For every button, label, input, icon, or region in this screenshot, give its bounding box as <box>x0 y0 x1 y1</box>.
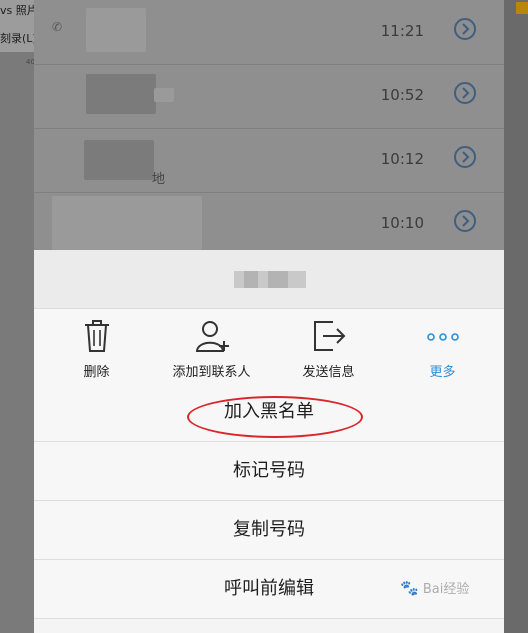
redacted-name <box>86 8 146 52</box>
mark-number-item[interactable]: 标记号码 <box>34 442 504 501</box>
desktop-app-icon <box>516 2 528 14</box>
desktop-background-right <box>504 0 528 633</box>
desktop-background-left <box>0 0 34 633</box>
watermark: 🐾 Bai经验 <box>400 578 469 597</box>
action-bar: 删除 添加到联系人 发送信息 更多 <box>34 309 504 390</box>
redacted-name <box>154 88 174 102</box>
info-icon[interactable] <box>454 82 476 104</box>
info-icon[interactable] <box>454 18 476 40</box>
redacted-name <box>84 140 154 180</box>
redacted-name <box>52 196 202 250</box>
call-row[interactable]: 10:10 <box>34 192 504 256</box>
phone-screen: ✆ 11:21 10:52 10:12 地 10:10 删除 添加到联系人 发送… <box>34 0 504 633</box>
redacted-name <box>86 74 156 114</box>
call-row[interactable]: 10:52 <box>34 64 504 129</box>
call-list: ✆ 11:21 10:52 10:12 地 10:10 <box>34 0 504 250</box>
call-row[interactable]: ✆ 11:21 <box>34 0 504 65</box>
delete-button[interactable]: 删除 <box>38 309 155 389</box>
action-sheet: 删除 添加到联系人 发送信息 更多 加入黑名单 标记号码 复制号码 呼叫前编辑 <box>34 250 504 633</box>
info-icon[interactable] <box>454 146 476 168</box>
phone-icon: ✆ <box>52 20 63 34</box>
more-icon <box>384 319 501 353</box>
info-icon[interactable] <box>454 210 476 232</box>
copy-number-item[interactable]: 复制号码 <box>34 501 504 560</box>
call-row[interactable]: 10:12 <box>34 128 504 193</box>
delete-label: 删除 <box>83 365 110 380</box>
call-time: 10:52 <box>380 86 424 104</box>
sheet-header <box>34 250 504 309</box>
call-time: 11:21 <box>380 22 424 40</box>
call-time: 10:12 <box>380 150 424 168</box>
add-to-contacts-label: 添加到联系人 <box>172 365 251 380</box>
annotation-circle <box>187 396 363 438</box>
watermark-text: Bai经验 <box>422 582 470 597</box>
redacted-phone-number <box>234 271 306 288</box>
desktop-title: vs 照片 <box>0 4 38 17</box>
send-message-button[interactable]: 发送信息 <box>270 309 387 389</box>
call-location: 地 <box>152 172 166 187</box>
send-icon <box>270 319 387 353</box>
more-label: 更多 <box>429 365 456 380</box>
add-contact-icon <box>153 319 270 353</box>
desktop-menu: 刻录(L) <box>0 32 37 45</box>
add-to-contacts-button[interactable]: 添加到联系人 <box>153 309 270 389</box>
call-time: 10:10 <box>380 214 424 232</box>
trash-icon <box>38 319 155 353</box>
send-message-label: 发送信息 <box>302 365 355 380</box>
paw-logo-icon: 🐾 <box>400 579 419 597</box>
more-button[interactable]: 更多 <box>384 309 501 389</box>
